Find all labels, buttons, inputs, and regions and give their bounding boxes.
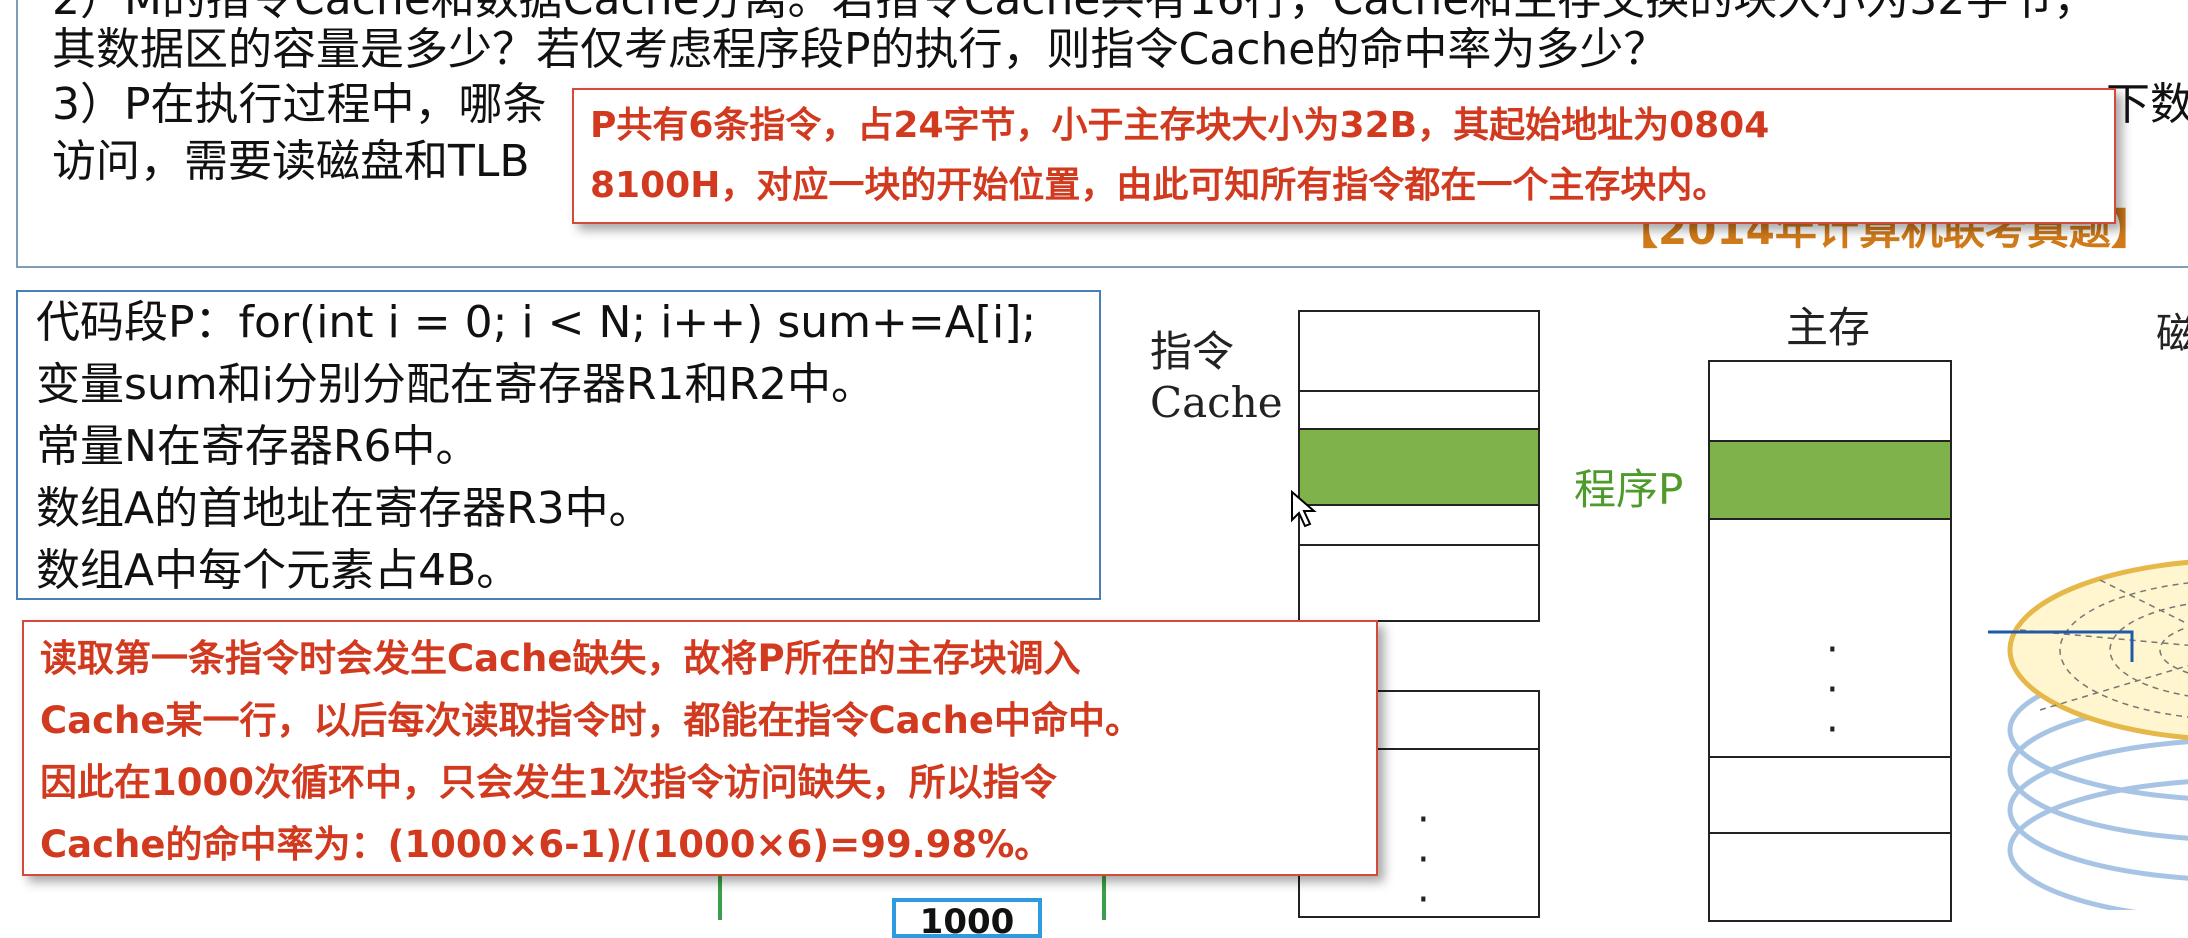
icache-row <box>1298 504 1540 546</box>
disk-icon <box>1988 559 2188 910</box>
icache-dots: · · · <box>1417 797 1430 923</box>
callout-bottom-line-3: 因此在1000次循环中，只会发生1次指令访问缺失，所以指令 <box>40 761 1057 804</box>
icache-label-1: 指令 <box>1150 327 1235 376</box>
icache-row <box>1298 544 1540 622</box>
code-line-5: 数组A中每个元素占4B。 <box>36 545 521 596</box>
callout-top: P共有6条指令，占24字节，小于主存块大小为32B，其起始地址为0804 810… <box>572 88 2116 224</box>
memory-row <box>1708 756 1952 834</box>
callout-top-line-1: P共有6条指令，占24字节，小于主存块大小为32B，其起始地址为0804 <box>590 105 1770 146</box>
icache-row <box>1298 310 1540 392</box>
callout-bottom: 读取第一条指令时会发生Cache缺失，故将P所在的主存块调入 Cache某一行，… <box>22 620 1378 876</box>
question-line-3-end: 下数 <box>2106 79 2188 130</box>
memory-row <box>1708 360 1952 442</box>
callout-bottom-line-1: 读取第一条指令时会发生Cache缺失，故将P所在的主存块调入 <box>40 637 1081 680</box>
loop-count-box: 1000 <box>892 898 1042 938</box>
memory-dots: · · · <box>1826 627 1839 753</box>
question-line-4-start: 访问，需要读磁盘和TLB <box>52 136 530 187</box>
loop-count-value: 1000 <box>919 902 1015 938</box>
memory-row <box>1708 832 1952 922</box>
memory-row-program-p <box>1708 440 1952 520</box>
icache-row-highlighted <box>1298 428 1540 506</box>
program-p-label: 程序P <box>1574 465 1684 514</box>
callout-bottom-line-4: Cache的命中率为：(1000×6-1)/(1000×6)=99.98%。 <box>40 823 1052 866</box>
cursor-icon <box>1291 490 1317 528</box>
memory-label: 主存 <box>1786 303 1871 352</box>
code-line-3: 常量N在寄存器R6中。 <box>36 421 480 472</box>
icache-label-2: Cache <box>1150 378 1283 427</box>
code-line-4: 数组A的首地址在寄存器R3中。 <box>36 483 653 534</box>
code-line-2: 变量sum和i分别分配在寄存器R1和R2中。 <box>36 359 876 410</box>
question-line-2: 其数据区的容量是多少？若仅考虑程序段P的执行，则指令Cache的命中率为多少？ <box>52 24 1668 75</box>
callout-top-line-2: 8100H，对应一块的开始位置，由此可知所有指令都在一个主存块内。 <box>590 165 1729 206</box>
callout-bottom-line-2: Cache某一行，以后每次读取指令时，都能在指令Cache中命中。 <box>40 699 1142 742</box>
icache-row <box>1298 390 1540 430</box>
question-line-3-start: 3）P在执行过程中，哪条 <box>52 79 547 130</box>
code-line-1: 代码段P：for(int i = 0; i < N; i++) sum+=A[i… <box>36 297 1037 348</box>
disk-label: 磁 <box>2156 309 2188 358</box>
